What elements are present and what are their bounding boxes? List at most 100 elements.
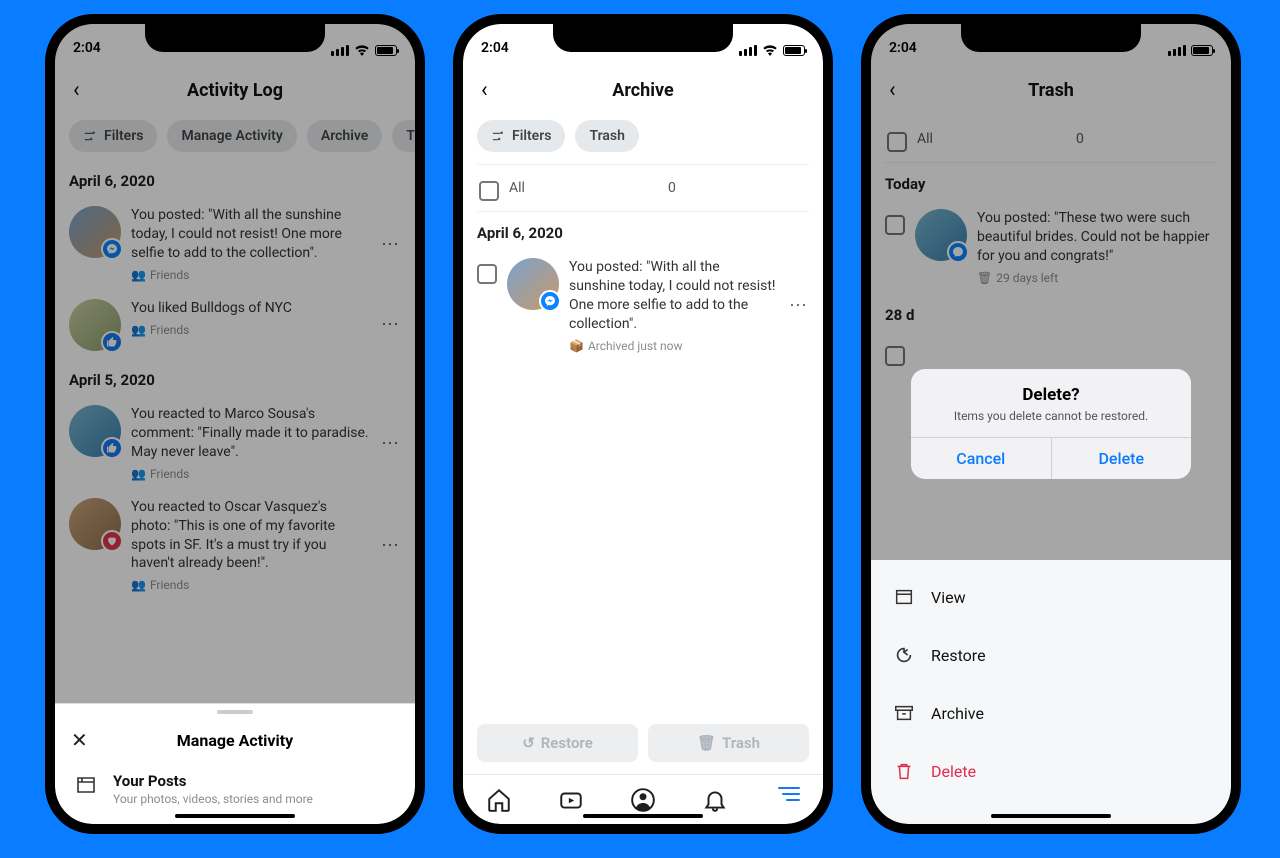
nav-bar: ‹ Activity Log <box>55 68 415 112</box>
trash-icon: 🗑 <box>977 270 992 286</box>
more-button[interactable]: ⋯ <box>379 314 401 335</box>
select-all-label: All <box>917 131 933 147</box>
select-all-row[interactable]: All 0 <box>885 116 1217 163</box>
row-subtitle: Your photos, videos, stories and more <box>113 792 313 806</box>
chip-trash[interactable]: Trash <box>575 120 638 152</box>
action-view[interactable]: View <box>871 568 1231 626</box>
phone-archive: 2:04 ‹ Archive Filters Trash All 0 April… <box>453 14 833 834</box>
item-text: You posted: "With all the sunshine today… <box>131 206 369 283</box>
avatar <box>69 299 121 351</box>
restore-icon: ↺ <box>522 734 535 752</box>
item-meta: 📦Archived just now <box>569 338 777 354</box>
alert-cancel-button[interactable]: Cancel <box>911 438 1051 479</box>
friends-icon: 👥 <box>131 577 146 593</box>
action-delete[interactable]: Delete <box>871 742 1231 800</box>
status-icons <box>331 44 397 56</box>
friends-icon: 👥 <box>131 267 146 283</box>
checkbox[interactable] <box>885 346 905 366</box>
screen-trash: 2:04 ‹ Trash All 0 Today You posted: "Th… <box>871 24 1231 824</box>
status-time: 2:04 <box>73 40 101 56</box>
screen-archive: 2:04 ‹ Archive Filters Trash All 0 April… <box>463 24 823 824</box>
tab-watch-icon[interactable] <box>558 787 584 813</box>
more-button[interactable]: ⋯ <box>379 433 401 454</box>
love-icon <box>101 530 123 552</box>
wifi-icon <box>354 44 370 56</box>
trash-button[interactable]: 🗑Trash <box>648 724 809 762</box>
avatar <box>69 405 121 457</box>
item-meta: 👥Friends <box>131 267 369 283</box>
item-meta: 👥Friends <box>131 466 369 482</box>
home-indicator[interactable] <box>991 814 1111 818</box>
sheet-row-your-posts[interactable]: Your Posts Your photos, videos, stories … <box>55 762 415 806</box>
battery-icon <box>1191 45 1213 56</box>
back-button[interactable]: ‹ <box>65 74 88 107</box>
chip-trash-partial[interactable]: T <box>392 120 415 152</box>
alert-message: Items you delete cannot be restored. <box>911 409 1191 437</box>
status-icons <box>739 44 805 56</box>
action-archive[interactable]: Archive <box>871 684 1231 742</box>
notch <box>145 24 325 52</box>
chip-filters[interactable]: Filters <box>477 120 565 152</box>
list-item[interactable]: You posted: "With all the sunshine today… <box>477 250 809 362</box>
trash-icon <box>893 760 915 782</box>
friends-icon: 👥 <box>131 466 146 482</box>
home-indicator[interactable] <box>175 814 295 818</box>
checkbox[interactable] <box>479 181 499 201</box>
back-button[interactable]: ‹ <box>881 74 904 107</box>
date-heading: April 6, 2020 <box>69 172 401 190</box>
list-item[interactable]: You reacted to Marco Sousa's comment: "F… <box>69 397 401 490</box>
alert-delete-button[interactable]: Delete <box>1051 438 1192 479</box>
action-restore[interactable]: Restore <box>871 626 1231 684</box>
tab-profile-icon[interactable] <box>630 787 656 813</box>
selected-count: 0 <box>1076 131 1084 147</box>
list-item[interactable]: You reacted to Oscar Vasquez's photo: "T… <box>69 490 401 602</box>
view-icon <box>893 586 915 608</box>
date-heading: 28 d <box>885 306 1217 324</box>
page-title: Trash <box>871 80 1231 101</box>
messenger-icon <box>947 241 969 263</box>
archive-icon <box>893 702 915 724</box>
action-sheet: View Restore Archive Delete <box>871 560 1231 824</box>
item-meta: 🗑29 days left <box>977 270 1217 286</box>
list-item[interactable] <box>885 332 1217 374</box>
tab-home-icon[interactable] <box>486 787 512 813</box>
drag-handle[interactable] <box>217 710 253 714</box>
select-all-row[interactable]: All 0 <box>477 164 809 212</box>
chip-archive[interactable]: Archive <box>307 120 382 152</box>
list-item[interactable]: You liked Bulldogs of NYC👥Friends ⋯ <box>69 291 401 359</box>
back-button[interactable]: ‹ <box>473 74 496 107</box>
date-heading: Today <box>885 175 1217 193</box>
list-item[interactable]: You posted: "These two were such beautif… <box>885 201 1217 294</box>
restore-icon <box>893 644 915 666</box>
list-item[interactable]: You posted: "With all the sunshine today… <box>69 198 401 291</box>
signal-icon <box>1168 45 1186 56</box>
item-text: You posted: "With all the sunshine today… <box>569 258 777 354</box>
checkbox[interactable] <box>477 264 497 284</box>
checkbox[interactable] <box>887 132 907 152</box>
more-button[interactable]: ⋯ <box>379 234 401 255</box>
messenger-icon <box>101 238 123 260</box>
like-icon <box>101 437 123 459</box>
close-icon[interactable]: ✕ <box>71 728 88 752</box>
more-button[interactable]: ⋯ <box>379 535 401 556</box>
sliders-icon <box>83 129 98 144</box>
manage-activity-sheet: ✕ Manage Activity Your Posts Your photos… <box>55 703 415 824</box>
tab-menu-icon[interactable] <box>774 787 800 813</box>
avatar <box>915 209 967 261</box>
home-indicator[interactable] <box>583 814 703 818</box>
item-text: You reacted to Marco Sousa's comment: "F… <box>131 405 369 482</box>
chip-manage-activity[interactable]: Manage Activity <box>167 120 296 152</box>
avatar <box>507 258 559 310</box>
checkbox[interactable] <box>885 215 905 235</box>
tab-notifications-icon[interactable] <box>702 787 728 813</box>
restore-button[interactable]: ↺Restore <box>477 724 638 762</box>
page-title: Archive <box>463 80 823 101</box>
alert-title: Delete? <box>911 369 1191 409</box>
archive-icon: 📦 <box>569 338 584 354</box>
signal-icon <box>739 45 757 56</box>
chip-filters[interactable]: Filters <box>69 120 157 152</box>
row-title: Your Posts <box>113 772 313 790</box>
more-button[interactable]: ⋯ <box>787 295 809 316</box>
signal-icon <box>331 45 349 56</box>
delete-alert: Delete? Items you delete cannot be resto… <box>911 369 1191 479</box>
